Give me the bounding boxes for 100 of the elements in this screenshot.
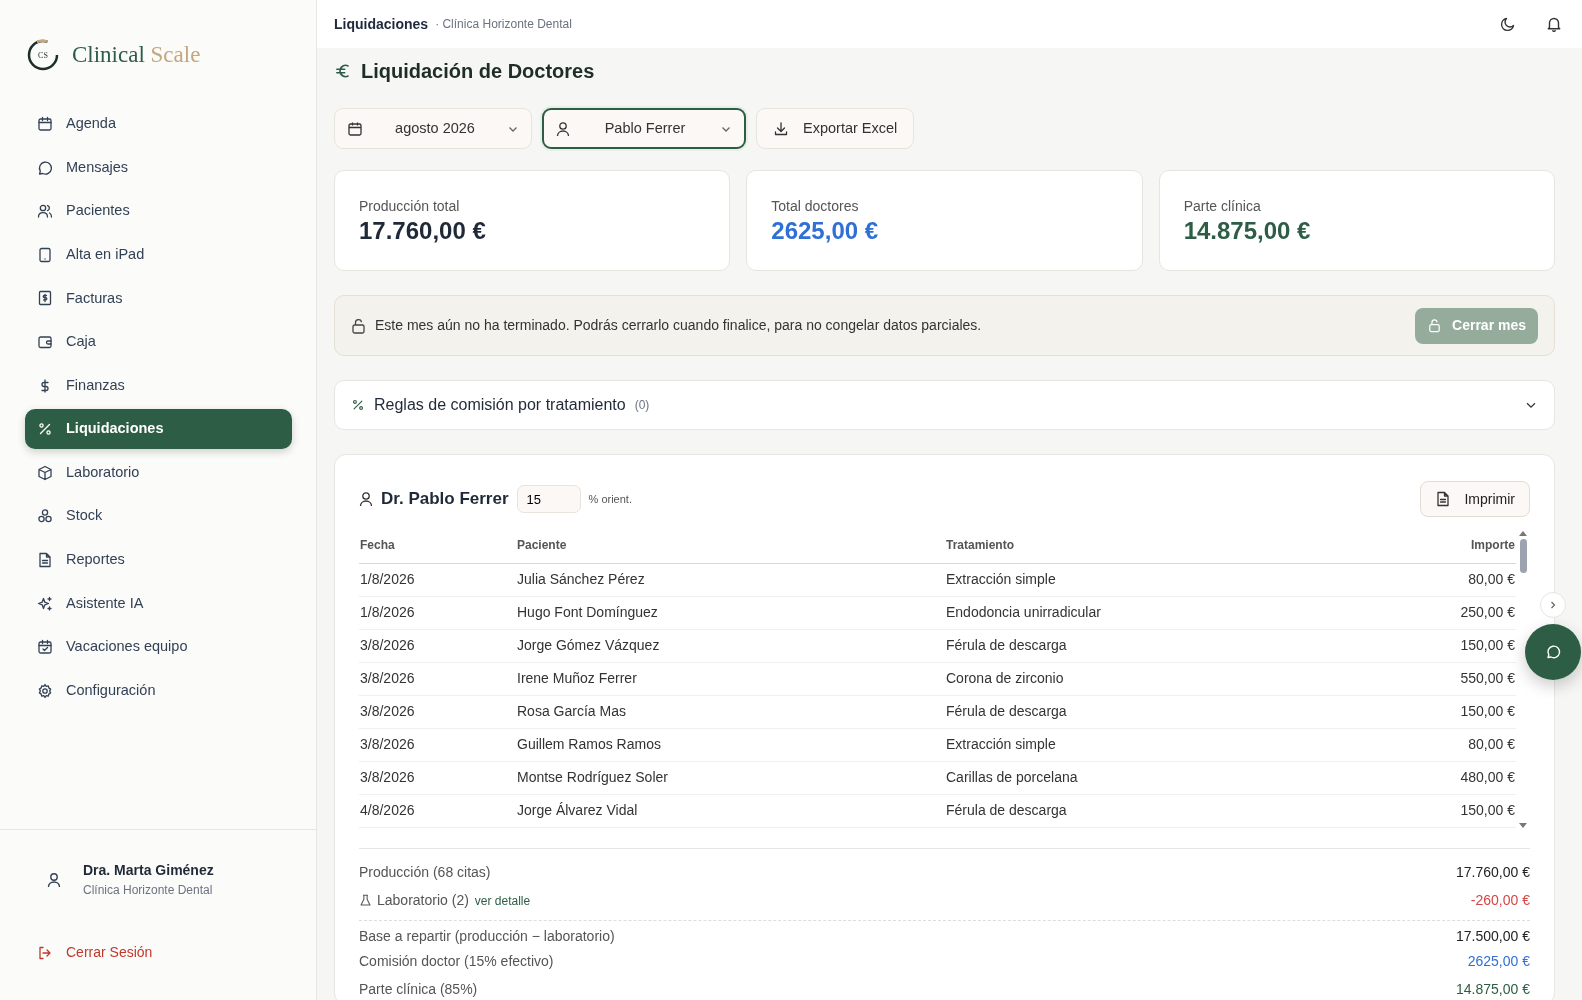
column-header[interactable]: Fecha [359, 527, 516, 563]
document-icon [37, 551, 53, 568]
invoice-icon [37, 290, 53, 307]
sidebar-item[interactable]: Mensajes [25, 147, 292, 188]
table-cell: Endodoncia unirradicular [945, 596, 1366, 629]
doctor-select[interactable]: Pablo Ferrer [542, 108, 746, 149]
stat-value: 2625,00 € [771, 217, 880, 246]
gear-icon [37, 682, 53, 699]
sidebar-item[interactable]: Agenda [25, 104, 292, 144]
table-cell: Jorge Álvarez Vidal [516, 794, 945, 827]
table-cell: 550,00 € [1366, 662, 1516, 695]
chat-button[interactable] [1525, 624, 1581, 680]
sidebar-item[interactable]: Liquidaciones [25, 409, 292, 450]
scroll-down-icon[interactable] [1519, 822, 1527, 828]
chat-bubble-icon [1545, 644, 1561, 660]
brand-name: Clinical Scale [72, 40, 201, 69]
table-cell: Extracción simple [945, 728, 1366, 761]
percent-icon [37, 421, 53, 438]
logout-button[interactable]: Cerrar Sesión [25, 941, 159, 964]
column-header[interactable]: Tratamiento [945, 527, 1366, 563]
table-cell: Jorge Gómez Vázquez [516, 629, 945, 662]
month-select[interactable]: agosto 2026 [334, 108, 532, 149]
bell-icon [1546, 16, 1562, 32]
percent-icon [351, 398, 365, 412]
logo-icon: CS [26, 38, 60, 72]
table-cell: Férula de descarga [945, 629, 1366, 662]
table-cell: 3/8/2026 [359, 695, 516, 728]
user-icon [47, 871, 61, 888]
table-cell: Julia Sánchez Pérez [516, 563, 945, 596]
notice-text: Este mes aún no ha terminado. Podrás cerrarlo cuando finalice, para no congelar datos parciales. [375, 316, 982, 335]
flask-icon [359, 894, 372, 907]
stat-value: 17.760,00 € [359, 217, 487, 246]
table-cell: 1/8/2026 [359, 563, 516, 596]
calendar-icon [37, 116, 53, 132]
user-icon [359, 491, 373, 507]
document-icon [1435, 491, 1452, 507]
column-header[interactable]: Paciente [516, 527, 945, 563]
table-cell: Irene Muñoz Ferrer [516, 662, 945, 695]
calendar-icon [347, 120, 363, 137]
moon-icon [1500, 16, 1516, 32]
euro-icon [334, 62, 352, 80]
sidebar-item[interactable]: Facturas [25, 278, 292, 319]
scroll-up-icon[interactable] [1519, 531, 1527, 536]
sidebar-item[interactable]: Pacientes [25, 191, 292, 232]
download-icon [773, 120, 789, 137]
summary-label: Parte clínica (85%) [359, 980, 478, 999]
rules-count: (0) [634, 397, 650, 414]
stat-label: Parte clínica [1183, 197, 1262, 216]
table-cell: Férula de descarga [945, 794, 1366, 827]
table-cell: 150,00 € [1366, 794, 1516, 827]
table-cell: 150,00 € [1366, 629, 1516, 662]
sidebar-item[interactable]: Caja [25, 321, 292, 362]
summary-value: -260,00 € [1470, 891, 1530, 910]
table-cell: 150,00 € [1366, 695, 1516, 728]
sidebar-item[interactable]: Vacaciones equipo [25, 627, 292, 668]
table-cell: 3/8/2026 [359, 629, 516, 662]
summary-label: Comisión doctor (15% efectivo) [359, 952, 554, 971]
topbar-title: Liquidaciones [334, 14, 429, 34]
commission-rules-toggle[interactable]: Reglas de comisión por tratamiento (0) [334, 380, 1555, 430]
boxes-icon [37, 508, 53, 525]
summary-value: 2625,00 € [1467, 952, 1530, 971]
table-cell: 80,00 € [1366, 563, 1516, 596]
calendar-check-icon [37, 639, 53, 656]
sidebar-item[interactable]: Configuración [25, 670, 292, 711]
scrollbar-thumb[interactable] [1519, 539, 1527, 573]
detail-link[interactable]: ver detalle [474, 891, 531, 910]
column-header[interactable]: Importe [1366, 527, 1516, 563]
sidebar-item[interactable]: Finanzas [25, 365, 292, 406]
print-button[interactable]: Imprimir [1420, 481, 1530, 517]
table-cell: Hugo Font Domínguez [516, 596, 945, 629]
sidebar-item[interactable]: Stock [25, 496, 292, 537]
summary-label: Producción (68 citas) [359, 863, 491, 882]
lock-icon [1427, 318, 1443, 333]
chevron-right-icon [1548, 600, 1558, 610]
table-cell: 480,00 € [1366, 761, 1516, 794]
chat-bubble-icon [37, 159, 53, 176]
doctor-name: Dr. Pablo Ferrer [381, 488, 509, 511]
percent-field[interactable]: 15 [516, 485, 581, 513]
table-cell: Carillas de porcelana [945, 761, 1366, 794]
sidebar-item[interactable]: Laboratorio [25, 452, 292, 493]
sparkles-icon [37, 595, 53, 612]
table-cell: 80,00 € [1366, 728, 1516, 761]
sidebar-item[interactable]: Alta en iPad [25, 234, 292, 275]
package-icon [37, 464, 53, 481]
summary-value: 17.500,00 € [1456, 926, 1530, 946]
user-icon [556, 120, 570, 137]
summary-label: Base a repartir (producción − laboratorio) [359, 926, 615, 946]
percent-label: % orient. [588, 491, 632, 507]
table-cell: 3/8/2026 [359, 761, 516, 794]
stat-value: 14.875,00 € [1183, 217, 1312, 246]
table-cell: Rosa García Mas [516, 695, 945, 728]
wallet-icon [37, 333, 53, 350]
stat-label: Total doctores [771, 197, 860, 216]
sidebar-item[interactable]: Asistente IA [25, 583, 292, 624]
sidebar-item[interactable]: Reportes [25, 539, 292, 580]
logout-icon [37, 944, 53, 961]
summary-value: 14.875,00 € [1456, 980, 1530, 999]
export-button[interactable]: Exportar Excel [756, 108, 915, 149]
stat-label: Producción total [359, 197, 461, 216]
summary-value: 17.760,00 € [1456, 863, 1530, 882]
